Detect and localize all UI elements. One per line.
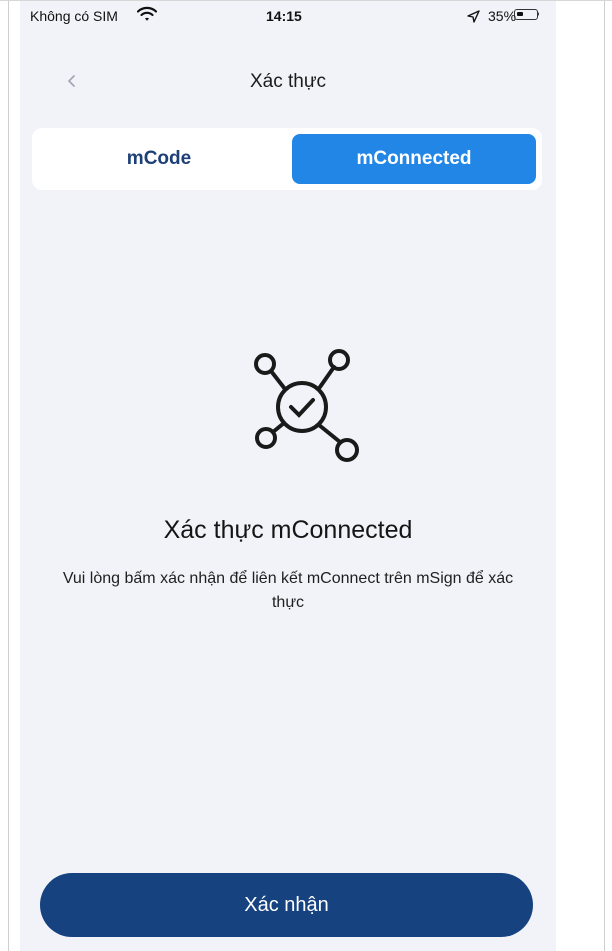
clock-time: 14:15 [266,8,302,24]
tab-mcode[interactable]: mCode [38,134,280,184]
frame-border-left [8,1,9,951]
status-bar: Không có SIM 14:15 35% [20,1,556,35]
battery-icon [514,9,539,20]
confirm-button[interactable]: Xác nhận [40,873,533,937]
frame-border-right [604,1,605,951]
content-description: Vui lòng bấm xác nhận để liên kết mConne… [62,570,514,611]
content-heading: Xác thực mConnected [163,516,413,544]
network-check-icon [238,341,368,471]
location-arrow-icon [467,8,484,24]
segmented-tabs: mCode mConnected [32,128,542,190]
battery-nub [537,12,539,16]
battery-fill [517,12,523,16]
tab-mconnected[interactable]: mConnected [292,134,536,184]
carrier-label: Không có SIM [30,8,118,24]
wifi-icon [136,6,158,25]
battery-percent: 35% [488,8,517,24]
page-title: Xác thực [249,71,327,92]
phone-screen: Không có SIM 14:15 35% Xác thực mCode mC… [20,1,556,951]
screenshot-frame: Không có SIM 14:15 35% Xác thực mCode mC… [0,0,612,951]
